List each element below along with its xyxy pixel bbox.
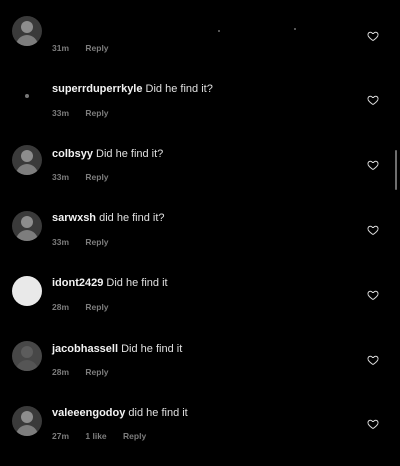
heart-icon[interactable] (367, 289, 379, 301)
reply-button[interactable]: Reply (85, 367, 108, 377)
comments-list: 31m Reply superrduperrkyle Did he find i… (0, 0, 400, 457)
reply-button[interactable]: Reply (85, 302, 108, 312)
comment-time: 33m (52, 237, 70, 247)
reply-button[interactable]: Reply (85, 108, 108, 118)
comment-time: 28m (52, 302, 70, 312)
comment-item: idont2429 Did he find it 28m Reply (0, 273, 400, 337)
avatar[interactable] (12, 211, 42, 241)
comment-item: valeeengodoy did he find it 27m 1 like R… (0, 402, 400, 466)
comment-username[interactable]: colbsyy (52, 148, 93, 160)
comment-item: 31m Reply (0, 0, 400, 64)
comment-text: sarwxsh did he find it? (52, 212, 165, 224)
comment-meta: 33m Reply (52, 172, 123, 182)
avatar[interactable] (12, 145, 42, 175)
reply-button[interactable]: Reply (85, 237, 108, 247)
comment-meta: 27m 1 like Reply (52, 431, 160, 441)
comment-text: colbsyy Did he find it? (52, 148, 163, 160)
comment-time: 28m (52, 367, 70, 377)
comment-body: Did he find it? (96, 148, 164, 160)
comment-username[interactable]: sarwxsh (52, 212, 96, 224)
divider-dot (294, 28, 296, 30)
comment-meta: 33m Reply (52, 237, 123, 247)
heart-icon[interactable] (367, 418, 379, 430)
avatar[interactable] (12, 16, 42, 46)
heart-icon[interactable] (367, 30, 379, 42)
comment-meta: 33m Reply (52, 108, 123, 118)
comment-username[interactable]: idont2429 (52, 277, 103, 289)
avatar[interactable] (12, 406, 42, 436)
comment-text: valeeengodoy did he find it (52, 407, 188, 419)
comment-body: Did he find it? (145, 83, 213, 95)
comment-body: did he find it (128, 407, 188, 419)
avatar[interactable] (12, 276, 42, 306)
reply-button[interactable]: Reply (85, 172, 108, 182)
comment-time: 33m (52, 172, 70, 182)
comment-text: jacobhassell Did he find it (52, 343, 182, 355)
comment-item: colbsyy Did he find it? 33m Reply (0, 143, 400, 207)
comment-body: Did he find it (121, 343, 183, 355)
divider-dot (218, 30, 220, 32)
comment-time: 27m (52, 431, 70, 441)
comment-text: superrduperrkyle Did he find it? (52, 83, 213, 95)
comment-username[interactable]: superrduperrkyle (52, 83, 142, 95)
comment-username[interactable]: jacobhassell (52, 343, 118, 355)
comment-meta: 28m Reply (52, 367, 123, 377)
avatar[interactable] (12, 81, 42, 111)
scrollbar[interactable] (395, 150, 397, 190)
heart-icon[interactable] (367, 159, 379, 171)
comment-username[interactable]: valeeengodoy (52, 407, 125, 419)
comment-text: idont2429 Did he find it (52, 277, 168, 289)
like-count[interactable]: 1 like (85, 431, 106, 441)
comment-meta: 31m Reply (52, 43, 123, 53)
avatar[interactable] (12, 341, 42, 371)
heart-icon[interactable] (367, 94, 379, 106)
comment-meta: 28m Reply (52, 302, 123, 312)
reply-button[interactable]: Reply (123, 431, 146, 441)
comment-item: sarwxsh did he find it? 33m Reply (0, 208, 400, 272)
comment-item: superrduperrkyle Did he find it? 33m Rep… (0, 78, 400, 142)
heart-icon[interactable] (367, 224, 379, 236)
comment-body: did he find it? (99, 212, 165, 224)
heart-icon[interactable] (367, 354, 379, 366)
comment-item: jacobhassell Did he find it 28m Reply (0, 338, 400, 402)
comment-time: 33m (52, 108, 70, 118)
comment-body: Did he find it (106, 277, 168, 289)
comment-time: 31m (52, 43, 70, 53)
reply-button[interactable]: Reply (85, 43, 108, 53)
